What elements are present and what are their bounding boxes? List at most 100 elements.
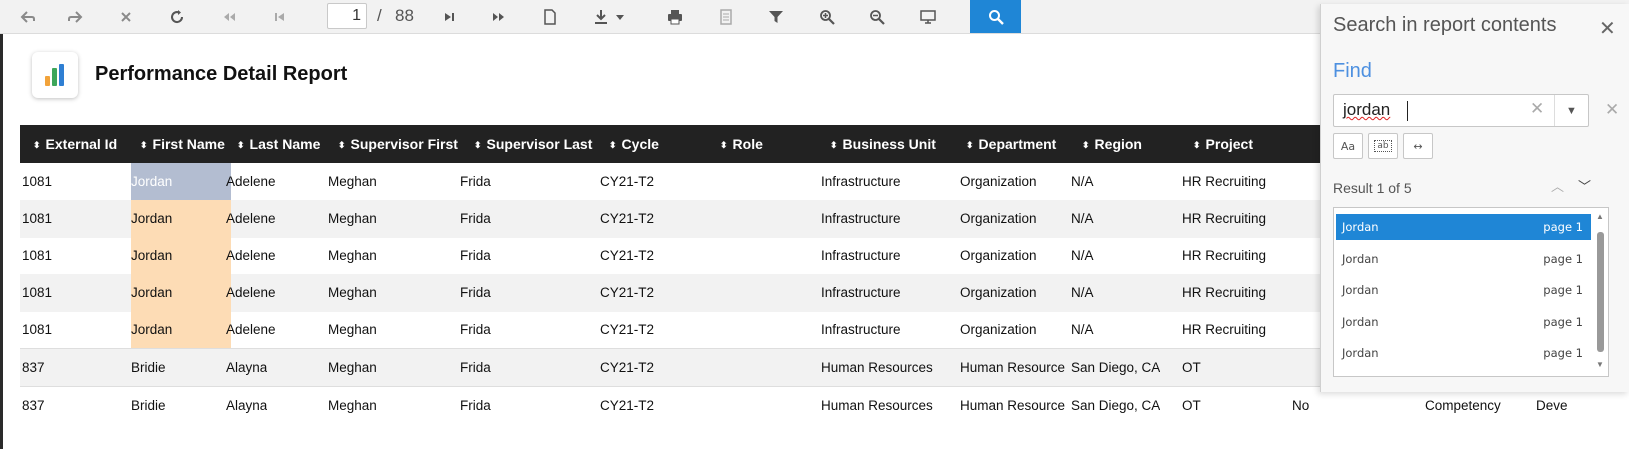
search-direction-button[interactable]: ↔ <box>1403 133 1433 159</box>
column-header-role[interactable]: ⬍ Role <box>720 125 763 163</box>
cell-supervisor-last: Frida <box>460 360 491 375</box>
double-left-icon <box>224 13 235 21</box>
stop-button[interactable] <box>111 2 141 32</box>
cell-extra-12: Competency <box>1425 398 1501 413</box>
find-label: Find <box>1333 60 1372 82</box>
cell-project: OT <box>1182 360 1201 375</box>
chevron-down-icon[interactable]: ▼ <box>1554 95 1588 126</box>
result-name: Jordan <box>1342 346 1379 360</box>
search-result-item[interactable]: Jordan page 1 <box>1336 214 1591 240</box>
cell-region: N/A <box>1071 211 1094 226</box>
chevron-down-icon[interactable]: ﹀ <box>1578 176 1591 195</box>
match-case-button[interactable]: Aa <box>1333 133 1363 159</box>
cell-supervisor-last: Frida <box>460 174 491 189</box>
print-preview-button[interactable] <box>711 2 741 32</box>
zoom-out-button[interactable] <box>862 2 892 32</box>
search-icon <box>988 9 1004 25</box>
sort-icon: ⬍ <box>966 140 974 150</box>
last-page-button[interactable] <box>484 2 514 32</box>
search-input[interactable]: jordan ✕ ▼ <box>1333 94 1589 127</box>
zoom-in-button[interactable] <box>812 2 842 32</box>
document-button[interactable] <box>535 2 565 32</box>
search-result-item[interactable]: Jordan page 1 <box>1336 246 1591 272</box>
column-header-supervisor-first[interactable]: ⬍ Supervisor First <box>338 125 458 163</box>
skip-forward-icon <box>445 13 454 21</box>
cell-last-name: Adelene <box>226 211 276 226</box>
cell-business-unit: Infrastructure <box>821 322 901 337</box>
full-screen-button[interactable] <box>913 2 943 32</box>
next-page-button[interactable] <box>434 2 464 32</box>
search-toggle-button[interactable] <box>970 0 1021 33</box>
filter-button[interactable] <box>761 2 791 32</box>
cell-external-id: 1081 <box>22 211 53 226</box>
search-result-item[interactable]: Jordan page 1 <box>1336 309 1591 335</box>
cell-department: Organization <box>960 248 1037 263</box>
first-page-button[interactable] <box>214 2 244 32</box>
results-scrollbar[interactable]: ▲ ▼ <box>1594 210 1606 374</box>
export-dropdown-button[interactable] <box>610 2 630 32</box>
search-result-item[interactable]: Jordan page 1 <box>1336 340 1591 366</box>
cell-business-unit: Infrastructure <box>821 285 901 300</box>
cell-department: Organization <box>960 322 1037 337</box>
result-page: page 1 <box>1543 346 1583 360</box>
refresh-icon <box>171 10 184 24</box>
column-header-label: Supervisor Last <box>486 136 593 152</box>
column-header-business-unit[interactable]: ⬍ Business Unit <box>830 125 936 163</box>
cell-supervisor-last: Frida <box>460 211 491 226</box>
previous-page-button[interactable] <box>265 2 295 32</box>
cell-region: N/A <box>1071 285 1094 300</box>
sort-icon: ⬍ <box>830 140 838 150</box>
cell-project: HR Recruiting <box>1182 322 1267 337</box>
cell-region: N/A <box>1071 322 1094 337</box>
cell-external-id: 1081 <box>22 174 53 189</box>
column-header-last-name[interactable]: ⬍ Last Name <box>237 125 320 163</box>
clear-icon[interactable]: ✕ <box>1530 99 1544 119</box>
column-header-cycle[interactable]: ⬍ Cycle <box>609 125 659 163</box>
search-result-item[interactable]: Jordan page 1 <box>1336 277 1591 303</box>
column-header-external-id[interactable]: ⬍ External Id <box>33 125 117 163</box>
cell-external-id: 1081 <box>22 285 53 300</box>
print-preview-icon <box>720 9 732 25</box>
column-header-region[interactable]: ⬍ Region <box>1082 125 1142 163</box>
result-name: Jordan <box>1342 314 1379 329</box>
sort-icon: ⬍ <box>1082 140 1090 150</box>
scroll-down-icon[interactable]: ▼ <box>1596 360 1604 369</box>
cell-cycle: CY21-T2 <box>600 248 655 263</box>
clear-search-icon[interactable]: ✕ <box>1605 100 1619 120</box>
column-header-label: Project <box>1205 136 1254 152</box>
search-panel: Search in report contents ✕ Find jordan … <box>1320 4 1629 392</box>
undo-button[interactable] <box>13 2 43 32</box>
sort-icon: ⬍ <box>33 140 41 150</box>
column-header-department[interactable]: ⬍ Department <box>966 125 1056 163</box>
sort-icon: ⬍ <box>140 140 148 150</box>
filter-icon <box>769 11 783 23</box>
column-header-label: First Name <box>152 136 225 152</box>
cell-last-name: Adelene <box>226 174 276 189</box>
sort-icon: ⬍ <box>609 140 617 150</box>
cell-department: Organization <box>960 174 1037 189</box>
cell-region: N/A <box>1071 174 1094 189</box>
column-header-first-name[interactable]: ⬍ First Name <box>140 125 225 163</box>
page-number-input[interactable]: 1 <box>327 3 367 29</box>
scroll-up-icon[interactable]: ▲ <box>1596 212 1604 221</box>
cell-project: HR Recruiting <box>1182 211 1267 226</box>
close-icon[interactable]: ✕ <box>1599 16 1616 41</box>
cell-department: Organization <box>960 285 1037 300</box>
column-header-label: Region <box>1094 136 1142 152</box>
column-header-supervisor-last[interactable]: ⬍ Supervisor Last <box>474 125 592 163</box>
redo-button[interactable] <box>60 2 90 32</box>
whole-word-button[interactable]: ab <box>1368 133 1398 159</box>
refresh-button[interactable] <box>162 2 192 32</box>
cell-department: Human Resource <box>960 360 1066 375</box>
chevron-up-icon[interactable]: ︿ <box>1551 176 1564 195</box>
scrollbar-thumb[interactable] <box>1597 232 1604 352</box>
print-button[interactable] <box>660 2 690 32</box>
column-header-project[interactable]: ⬍ Project <box>1193 125 1253 163</box>
cell-supervisor-first: Meghan <box>328 248 377 263</box>
column-header-label: Cycle <box>621 136 659 152</box>
column-header-label: Supervisor First <box>350 136 458 152</box>
text-caret <box>1407 101 1408 121</box>
cell-cycle: CY21-T2 <box>600 322 655 337</box>
cell-last-name: Adelene <box>226 285 276 300</box>
result-page: page 1 <box>1543 251 1583 266</box>
